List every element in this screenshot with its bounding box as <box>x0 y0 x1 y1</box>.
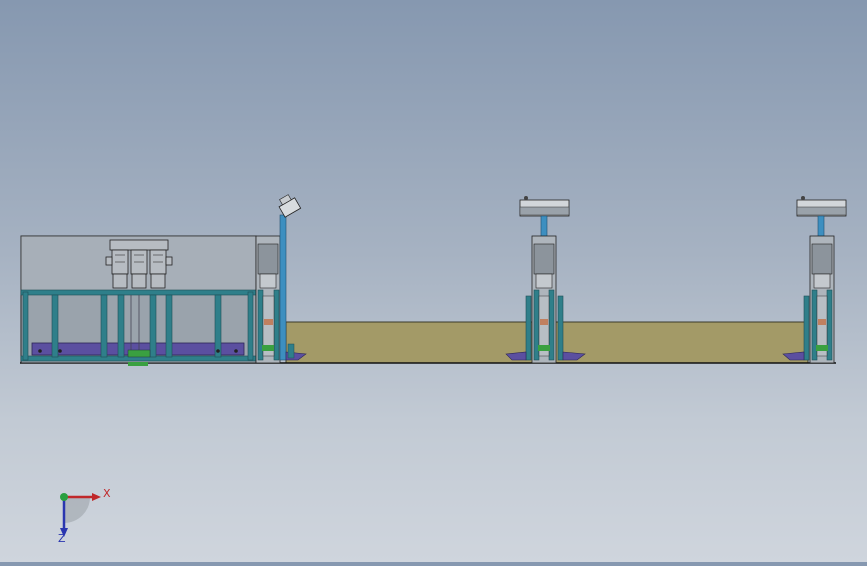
column-unit-1[interactable] <box>255 235 281 364</box>
cad-viewport[interactable]: X Z <box>0 0 867 562</box>
press-head-cluster[interactable] <box>105 239 173 289</box>
z-axis-label: Z <box>58 532 66 545</box>
x-axis-label: X <box>103 487 111 500</box>
coordinate-triad-icon: X Z <box>58 487 111 545</box>
